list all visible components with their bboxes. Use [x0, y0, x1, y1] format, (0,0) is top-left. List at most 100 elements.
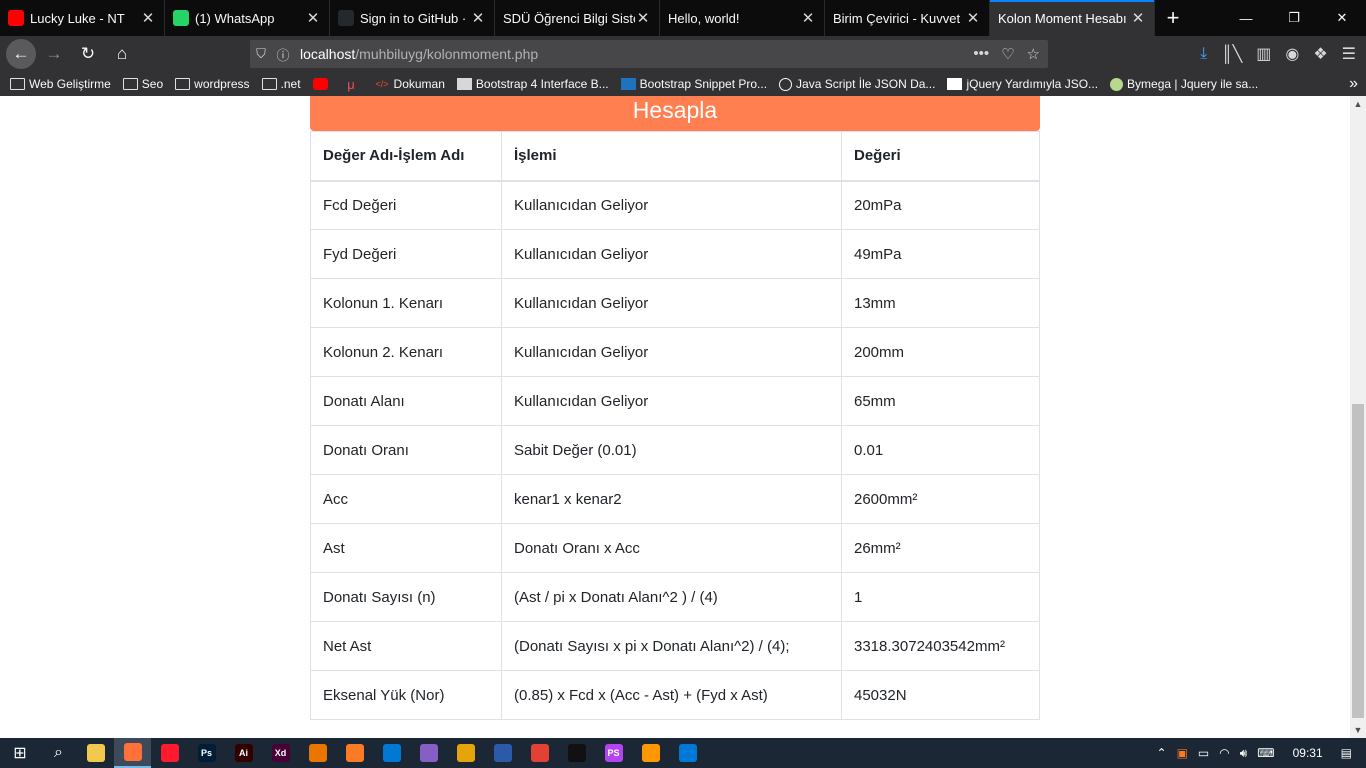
taskbar-app-5[interactable]: Xd	[262, 738, 299, 768]
taskbar-app-11[interactable]	[484, 738, 521, 768]
restore-button[interactable]: ❐	[1270, 0, 1318, 36]
notifications-icon[interactable]: ▤	[1341, 746, 1352, 760]
bookmark-item[interactable]	[312, 78, 332, 90]
scroll-up-icon[interactable]: ▲	[1350, 96, 1366, 112]
operation-cell: kenar1 x kenar2	[501, 474, 842, 524]
sidebar-icon[interactable]: ▥	[1256, 44, 1271, 64]
name-cell: Fcd Değeri	[310, 180, 502, 230]
taskbar-app-0[interactable]	[77, 738, 114, 768]
close-tab-icon[interactable]: ✕	[1130, 9, 1146, 27]
chrome-icon	[530, 744, 549, 762]
wifi-icon[interactable]: ◠	[1219, 746, 1229, 760]
tab-2[interactable]: Sign in to GitHub · G ✕	[330, 0, 495, 36]
bookmark-item[interactable]: Bootstrap Snippet Pro...	[620, 77, 767, 91]
chevron-right-icon[interactable]: »	[1349, 75, 1358, 93]
tab-1[interactable]: (1) WhatsApp ✕	[165, 0, 330, 36]
taskbar-app-8[interactable]	[373, 738, 410, 768]
close-tab-icon[interactable]: ✕	[305, 9, 321, 27]
close-tab-icon[interactable]: ✕	[965, 9, 981, 27]
pocket-icon[interactable]: ♡	[1001, 45, 1014, 63]
bookmark-item[interactable]: Bootstrap 4 Interface B...	[456, 77, 609, 91]
close-tab-icon[interactable]: ✕	[800, 9, 816, 27]
search-icon[interactable]: ⌕	[40, 738, 77, 768]
info-icon[interactable]: ⓘ	[272, 45, 294, 64]
bookmark-item[interactable]: jQuery Yardımıyla JSO...	[947, 77, 1098, 91]
library-icon[interactable]: ║╲	[1221, 44, 1242, 64]
table-row: Acc kenar1 x kenar2 2600mm²	[310, 474, 1040, 524]
taskbar-app-4[interactable]: Ai	[225, 738, 262, 768]
bookmark-item[interactable]: Seo	[122, 77, 163, 91]
page-actions-icon[interactable]: •••	[973, 45, 989, 63]
scroll-thumb[interactable]	[1352, 404, 1364, 718]
value-cell: 20mPa	[841, 180, 1040, 230]
taskbar-app-1[interactable]	[114, 738, 151, 768]
taskbar-app-6[interactable]	[299, 738, 336, 768]
bookmark-item[interactable]: wordpress	[175, 77, 250, 91]
taskbar-app-3[interactable]: Ps	[188, 738, 225, 768]
folder-icon	[261, 78, 277, 90]
app-icon	[456, 744, 475, 762]
tab-4[interactable]: Hello, world! ✕	[660, 0, 825, 36]
github-icon	[338, 10, 354, 26]
extensions-icon[interactable]: ❖	[1313, 44, 1327, 64]
close-window-button[interactable]: ✕	[1318, 0, 1366, 36]
udemy-icon: μ	[347, 76, 355, 92]
taskbar-app-15[interactable]	[632, 738, 669, 768]
tab-3[interactable]: SDÜ Öğrenci Bilgi Sisten ✕	[495, 0, 660, 36]
menu-icon[interactable]: ☰	[1342, 44, 1356, 64]
reload-button[interactable]: ↻	[72, 38, 104, 70]
taskbar-app-12[interactable]	[521, 738, 558, 768]
battery-icon[interactable]: ▭	[1198, 746, 1209, 760]
taskbar-app-7[interactable]	[336, 738, 373, 768]
table-row: Donatı Sayısı (n) (Ast / pi x Donatı Alan…	[310, 572, 1040, 622]
bookmark-item[interactable]: Bymega | Jquery ile sa...	[1110, 77, 1258, 91]
keyboard-icon[interactable]: ⌨	[1257, 746, 1274, 760]
operation-cell: Kullanıcıdan Geliyor	[501, 180, 842, 230]
taskbar-app-13[interactable]	[558, 738, 595, 768]
tab-title: Birim Çevirici - Kuvvet	[833, 10, 961, 26]
bookmark-item[interactable]: </> Dokuman	[375, 77, 445, 91]
close-tab-icon[interactable]: ✕	[635, 9, 651, 27]
taskbar-app-16[interactable]	[669, 738, 706, 768]
tab-title: Hello, world!	[668, 10, 740, 26]
table-row: Fyd Değeri Kullanıcıdan Geliyor 49mPa	[310, 229, 1040, 279]
column-header-operation: İşlemi	[501, 131, 842, 182]
windows-start-icon[interactable]: ⊞	[0, 738, 40, 768]
table-row: Kolonun 1. Kenarı Kullanıcıdan Geliyor 13m…	[310, 278, 1040, 328]
close-tab-icon[interactable]: ✕	[140, 9, 156, 27]
xampp-tray-icon[interactable]: ▣	[1177, 746, 1188, 760]
clock[interactable]: 09:31	[1293, 746, 1323, 760]
forward-button[interactable]: →	[38, 38, 70, 70]
close-tab-icon[interactable]: ✕	[470, 9, 486, 27]
scroll-down-icon[interactable]: ▼	[1350, 722, 1366, 738]
tab-6[interactable]: Kolon Moment Hesabı ✕	[990, 0, 1155, 36]
taskbar-app-14[interactable]: PS	[595, 738, 632, 768]
taskbar-app-9[interactable]	[410, 738, 447, 768]
bookmark-item[interactable]: Java Script İle JSON Da...	[779, 77, 935, 91]
name-cell: Fyd Değeri	[310, 229, 502, 279]
volume-icon[interactable]: 🔊︎	[1240, 746, 1248, 761]
home-button[interactable]: ⌂	[106, 38, 138, 70]
operation-cell: (Ast / pi x Donatı Alanı^2 ) / (4)	[501, 572, 842, 622]
download-icon[interactable]: ⤓	[1200, 45, 1207, 63]
shield-icon[interactable]: ⛉	[250, 46, 272, 62]
tab-title: SDÜ Öğrenci Bilgi Sisten	[503, 10, 635, 26]
nav-bar: ← → ↻ ⌂ ⛉ ⓘ localhost/muhbiluyg/kolonmom…	[0, 36, 1366, 72]
bookmark-item[interactable]: μ	[344, 76, 363, 92]
operation-cell: Kullanıcıdan Geliyor	[501, 327, 842, 377]
url-bar[interactable]: ⛉ ⓘ localhost/muhbiluyg/kolonmoment.php …	[250, 40, 1048, 68]
tab-5[interactable]: Birim Çevirici - Kuvvet ✕	[825, 0, 990, 36]
taskbar-app-2[interactable]	[151, 738, 188, 768]
account-icon[interactable]: ◉	[1285, 44, 1299, 64]
vertical-scrollbar[interactable]: ▲ ▼	[1350, 96, 1366, 738]
back-button[interactable]: ←	[6, 39, 36, 69]
bookmark-star-icon[interactable]: ☆	[1027, 45, 1040, 63]
new-tab-button[interactable]: +	[1155, 0, 1191, 36]
tab-0[interactable]: Lucky Luke - NT ✕	[0, 0, 165, 36]
chevron-up-icon[interactable]: ⌃	[1157, 746, 1167, 760]
bookmark-item[interactable]: Web Geliştirme	[10, 77, 111, 91]
bookmark-item[interactable]: .net	[261, 77, 301, 91]
taskbar-app-10[interactable]	[447, 738, 484, 768]
calculate-header[interactable]: Hesapla	[310, 96, 1040, 131]
minimize-button[interactable]: —	[1222, 0, 1270, 36]
